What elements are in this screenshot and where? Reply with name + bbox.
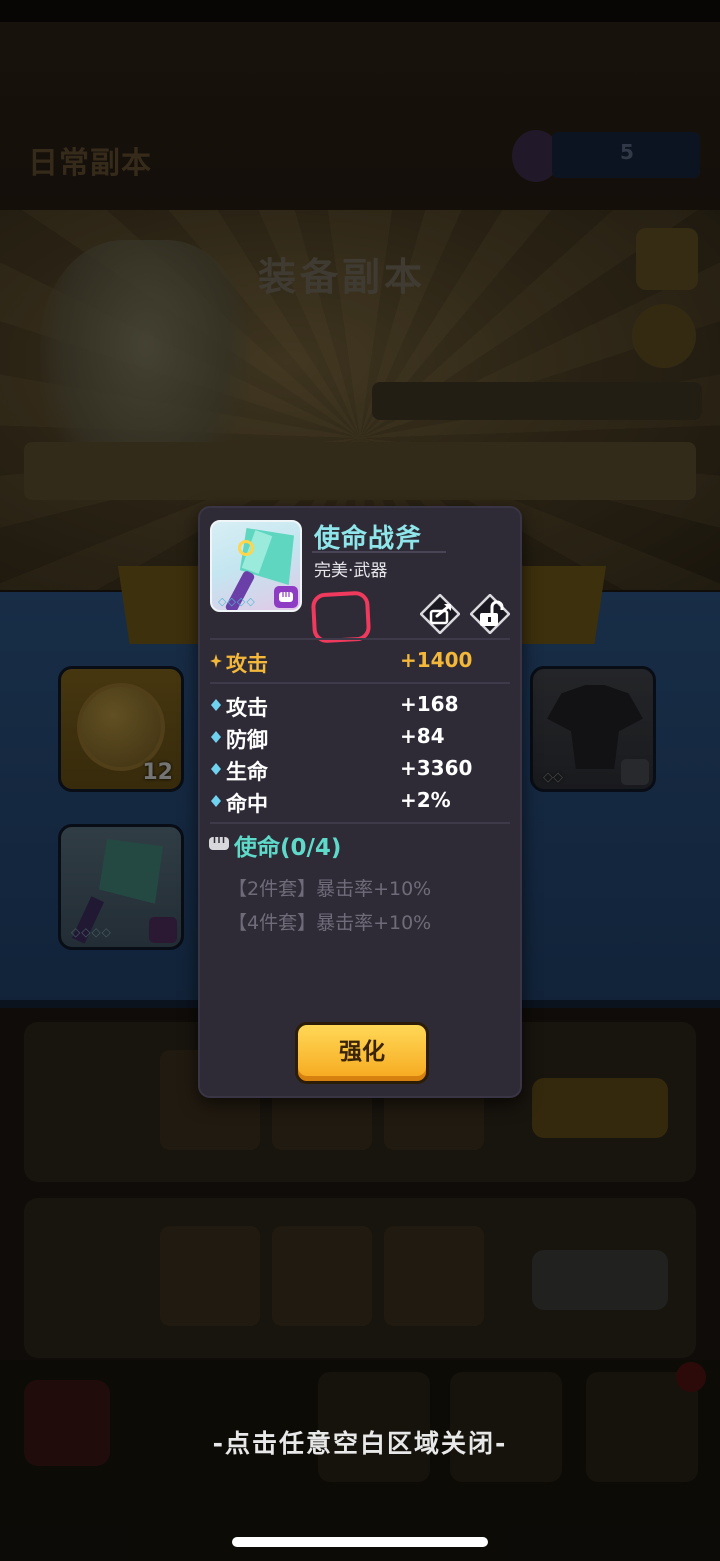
share-button[interactable] [419, 593, 461, 635]
fist-icon [274, 586, 298, 608]
stat-value: +3360 [400, 756, 473, 780]
stat-label: 防御 [226, 728, 268, 752]
divider [210, 682, 510, 684]
stat-row: 命中 +2% [210, 788, 510, 818]
share-icon [419, 593, 461, 635]
item-icon: ◇◇◇◇ [210, 520, 302, 612]
main-stat-value: +1400 [400, 648, 473, 672]
star-bullet-icon [210, 654, 222, 668]
stat-label: 命中 [226, 792, 268, 816]
diamond-bullet-icon [211, 699, 221, 711]
close-hint: -点击任意空白区域关闭- [212, 1429, 508, 1458]
upgrade-button[interactable]: 强化 [295, 1022, 429, 1084]
stat-row: 防御 +84 [210, 724, 510, 754]
home-indicator[interactable] [232, 1537, 488, 1547]
name-underline [312, 551, 446, 553]
stat-label: 攻击 [226, 696, 268, 720]
stat-row: 攻击 +168 [210, 692, 510, 722]
stat-value: +84 [400, 724, 445, 748]
divider [210, 822, 510, 824]
stat-label: 生命 [226, 760, 268, 784]
lock-button[interactable] [469, 593, 511, 635]
main-stat-label: 攻击 [226, 652, 268, 676]
stat-value: +2% [400, 788, 451, 812]
set-title: 使命(0/4) [234, 835, 342, 861]
diamond-bullet-icon [211, 795, 221, 807]
unlock-icon [469, 593, 511, 635]
set-bonus: 【2件套】暴击率+10% [228, 878, 432, 900]
item-name: 使命战斧 [314, 524, 423, 554]
stat-value: +168 [400, 692, 459, 716]
fist-icon [209, 837, 229, 850]
main-stat-row: 攻击 +1400 [210, 648, 510, 678]
diamond-bullet-icon [211, 731, 221, 743]
orb-icon [238, 540, 254, 556]
item-detail-popup: ◇◇◇◇ 使命战斧 完美·武器 攻击 +1400 攻击 +168 防御 +84 … [198, 506, 522, 1098]
diamond-bullet-icon [211, 763, 221, 775]
set-bonus: 【4件套】暴击率+10% [228, 912, 432, 934]
annotation-circle [310, 590, 372, 644]
divider [210, 638, 510, 640]
stat-row: 生命 +3360 [210, 756, 510, 786]
gem-rating: ◇◇◇◇ [218, 595, 256, 608]
item-subtitle: 完美·武器 [314, 561, 388, 581]
